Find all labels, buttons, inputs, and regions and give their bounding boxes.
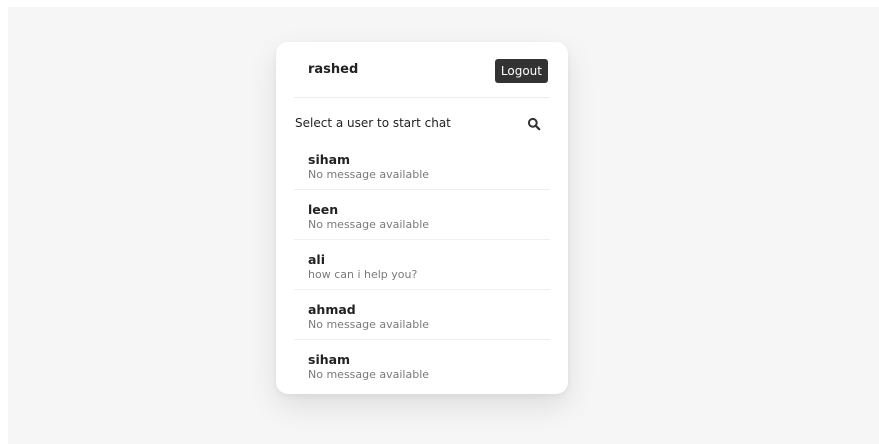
select-user-prompt: Select a user to start chat	[295, 116, 451, 130]
user-last-message: No message available	[308, 218, 430, 231]
current-username: rashed	[308, 62, 359, 77]
search-icon[interactable]	[527, 116, 541, 131]
user-last-message: how can i help you?	[308, 268, 418, 281]
user-name: siham	[308, 152, 351, 167]
user-list-item[interactable]: siham No message available	[294, 140, 550, 190]
user-list-item[interactable]: ali how can i help you?	[294, 240, 550, 290]
user-list-item[interactable]: leen No message available	[294, 190, 550, 240]
user-name: siham	[308, 352, 351, 367]
card-header: rashed Logout	[294, 42, 550, 98]
user-last-message: No message available	[308, 318, 430, 331]
user-last-message: No message available	[308, 368, 430, 380]
search-row: Select a user to start chat	[294, 114, 550, 134]
user-name: ali	[308, 252, 326, 267]
user-list-item[interactable]: siham No message available	[294, 340, 550, 380]
user-name: leen	[308, 202, 339, 217]
user-last-message: No message available	[308, 168, 430, 181]
chat-user-list-card: rashed Logout Select a user to start cha…	[276, 42, 568, 394]
user-list-item[interactable]: ahmad No message available	[294, 290, 550, 340]
user-list: siham No message available leen No messa…	[294, 140, 550, 380]
logout-button[interactable]: Logout	[494, 59, 548, 83]
user-name: ahmad	[308, 302, 356, 317]
